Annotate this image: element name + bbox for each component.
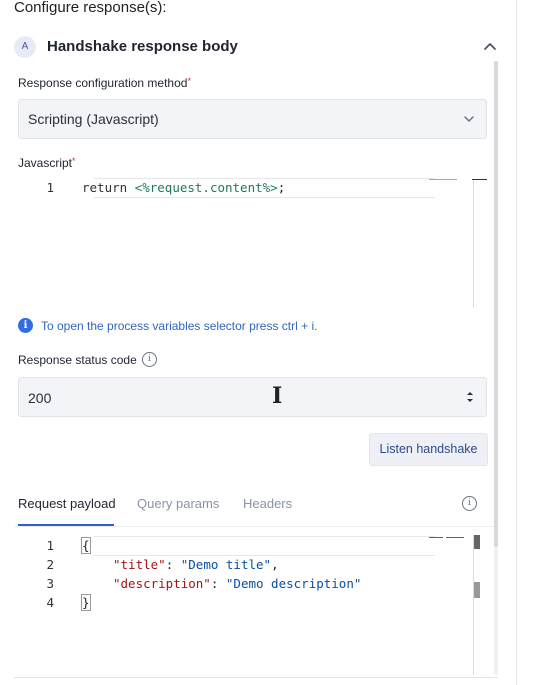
tab-request-payload[interactable]: Request payload (18, 496, 116, 511)
javascript-label: Javascript* (18, 156, 76, 170)
code-terminator: ; (277, 180, 286, 195)
minimap-preview (429, 537, 443, 538)
status-code-input[interactable]: 200 (18, 377, 487, 417)
json-comma: , (271, 557, 279, 572)
code-line[interactable]: return <%request.content%>; (82, 180, 285, 195)
code-keyword: return (82, 180, 128, 195)
line-number: 3 (46, 576, 54, 591)
code-brace-open[interactable]: { (81, 537, 91, 554)
required-mark: * (187, 76, 191, 86)
line-number: 1 (46, 538, 54, 553)
javascript-editor[interactable]: 1 return <%request.content%>; (14, 172, 487, 308)
code-line[interactable]: "description": "Demo description" (113, 576, 361, 591)
status-code-label: Response status code (18, 353, 137, 367)
line-number: 1 (46, 180, 54, 195)
minimap-preview (446, 537, 464, 538)
line-number: 2 (46, 557, 54, 572)
response-method-label: Response configuration method* (18, 76, 191, 90)
editor-scroll-thumb[interactable] (472, 179, 487, 180)
listen-handshake-button[interactable]: Listen handshake (369, 433, 488, 466)
status-code-help-icon[interactable]: i (142, 352, 157, 367)
active-tab-indicator (18, 524, 114, 526)
response-method-select[interactable]: Scripting (Javascript) (18, 99, 487, 139)
number-stepper-icon[interactable] (465, 390, 475, 404)
response-method-value: Scripting (Javascript) (28, 111, 159, 127)
info-icon: i (18, 318, 33, 333)
required-mark: * (72, 156, 76, 166)
json-key: "title" (113, 557, 166, 572)
editor-scroll-thumb[interactable] (473, 535, 480, 549)
panel-scrollbar-track[interactable] (494, 547, 498, 675)
line-number: 4 (46, 595, 54, 610)
panel-right-border (516, 0, 517, 685)
configure-responses-heading: Configure response(s): (14, 0, 167, 16)
json-separator: : (165, 557, 181, 572)
code-line[interactable]: "title": "Demo title", (113, 557, 279, 572)
response-method-label-text: Response configuration method (18, 76, 188, 90)
chevron-down-icon (464, 116, 474, 122)
javascript-label-text: Javascript (18, 156, 73, 170)
code-template: <%request.content%> (134, 180, 278, 195)
section-title: Handshake response body (47, 38, 238, 55)
current-line-highlight (94, 536, 435, 556)
minimap-preview (429, 179, 457, 180)
editor-minimap-divider (473, 180, 474, 308)
json-value: "Demo title" (180, 557, 272, 572)
text-cursor-icon: I (272, 383, 283, 409)
section-badge: A (14, 36, 36, 58)
json-separator: : (210, 576, 226, 591)
tabs-help-icon[interactable]: i (462, 496, 477, 511)
panel-bottom-divider (14, 677, 498, 678)
panel-scrollbar-thumb[interactable] (494, 61, 498, 547)
editor-minimap-divider (473, 535, 474, 675)
editor-scroll-marker (473, 582, 480, 598)
variables-hint-text: To open the process variables selector p… (41, 319, 318, 333)
status-code-value: 200 (28, 390, 52, 406)
tab-query-params[interactable]: Query params (137, 496, 219, 511)
code-brace-close[interactable]: } (81, 594, 91, 611)
section-header[interactable]: A Handshake response body (14, 36, 498, 60)
tabs-divider (14, 526, 498, 527)
payload-editor[interactable]: 1 2 3 4 { "title": "Demo title", "descri… (14, 533, 484, 675)
json-value: "Demo description" (225, 576, 362, 591)
chevron-up-icon[interactable] (482, 39, 498, 55)
json-key: "description" (113, 576, 211, 591)
tab-headers[interactable]: Headers (243, 496, 292, 511)
